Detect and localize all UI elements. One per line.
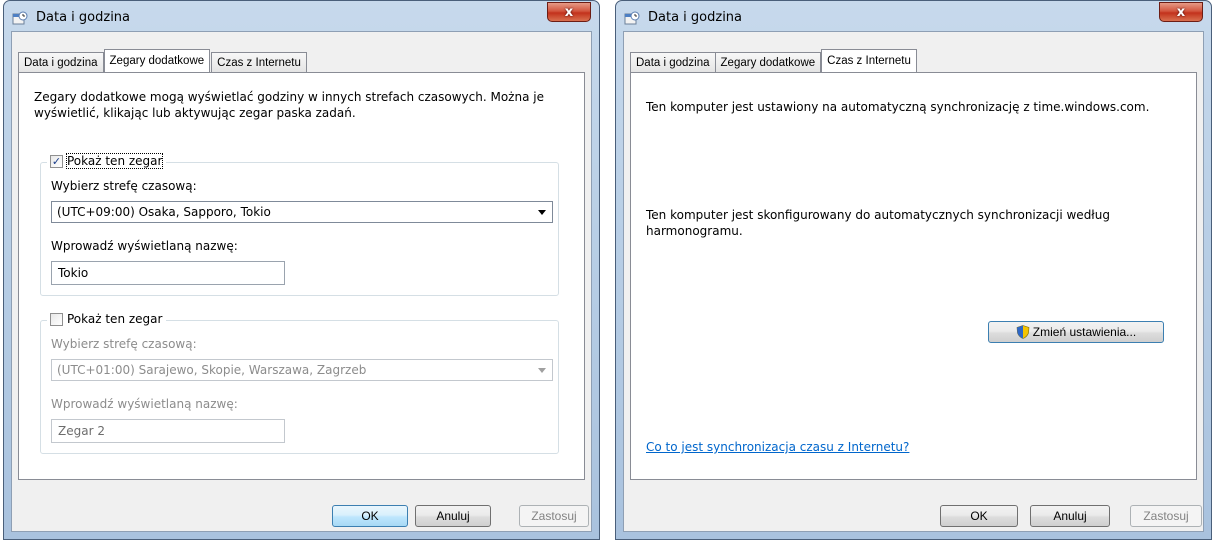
date-time-dialog-additional-clocks: Data i godzina x Data i godzina Zegary d… — [3, 0, 600, 540]
tab-additional-clocks[interactable]: Zegary dodatkowe — [103, 49, 211, 72]
clock1-timezone-value: (UTC+09:00) Osaka, Sapporo, Tokio — [57, 205, 271, 219]
internet-time-help-link[interactable]: Co to jest synchronizacja czasu z Intern… — [646, 439, 909, 455]
date-time-app-icon — [624, 11, 640, 25]
cancel-button[interactable]: Anuluj — [415, 505, 491, 527]
close-button[interactable]: x — [1159, 2, 1203, 22]
uac-shield-icon — [1016, 325, 1030, 339]
schedule-text-line2: harmonogramu. — [646, 224, 743, 238]
intro-text-line1: Zegary dodatkowe mogą wyświetlać godziny… — [34, 90, 544, 104]
clock1-name-input[interactable]: Tokio — [51, 261, 285, 285]
intro-text-line2: wyświetlić, klikając lub aktywując zegar… — [34, 106, 356, 120]
change-settings-label: Zmień ustawienia... — [1032, 325, 1137, 339]
clock1-timezone-label: Wybierz strefę czasową: — [51, 179, 197, 193]
close-icon: x — [1176, 4, 1186, 20]
tab-date-time[interactable]: Data i godzina — [18, 52, 104, 72]
date-time-app-icon — [12, 11, 28, 25]
dialog-client-area: Data i godzina Zegary dodatkowe Czas z I… — [623, 31, 1204, 532]
tab-strip: Data i godzina Zegary dodatkowe Czas z I… — [630, 49, 918, 72]
clock2-name-label: Wprowadź wyświetlaną nazwę: — [51, 397, 238, 411]
apply-button[interactable]: Zastosuj — [519, 505, 589, 527]
chevron-down-icon — [538, 368, 546, 373]
tab-panel-additional-clocks: Zegary dodatkowe mogą wyświetlać godziny… — [18, 72, 585, 480]
window-title: Data i godzina — [36, 10, 131, 25]
date-time-dialog-internet-time: Data i godzina x Data i godzina Zegary d… — [615, 0, 1212, 540]
title-bar: Data i godzina x — [616, 1, 1211, 31]
apply-button[interactable]: Zastosuj — [1130, 505, 1202, 527]
tab-additional-clocks[interactable]: Zegary dodatkowe — [714, 52, 822, 72]
clock1-timezone-select[interactable]: (UTC+09:00) Osaka, Sapporo, Tokio — [51, 201, 553, 223]
tab-internet-time[interactable]: Czas z Internetu — [821, 49, 917, 72]
tab-internet-time[interactable]: Czas z Internetu — [211, 52, 307, 72]
clock1-name-label: Wprowadź wyświetlaną nazwę: — [51, 239, 238, 253]
clock2-show-label: Pokaż ten zegar — [67, 312, 163, 326]
change-settings-button[interactable]: Zmień ustawienia... — [988, 321, 1164, 343]
clock1-show-label: Pokaż ten zegar — [65, 153, 164, 169]
cancel-button[interactable]: Anuluj — [1030, 505, 1110, 527]
clock2-name-input[interactable]: Zegar 2 — [51, 419, 285, 443]
window-title: Data i godzina — [648, 10, 743, 25]
tab-strip: Data i godzina Zegary dodatkowe Czas z I… — [18, 49, 307, 72]
clock2-timezone-select[interactable]: (UTC+01:00) Sarajewo, Skopie, Warszawa, … — [51, 359, 553, 381]
clock2-show-checkbox-row[interactable]: Pokaż ten zegar — [47, 312, 167, 326]
ok-button[interactable]: OK — [332, 505, 408, 527]
clock1-show-checkbox-row[interactable]: ✓ Pokaż ten zegar — [47, 153, 167, 169]
clock2-show-checkbox[interactable] — [50, 312, 63, 326]
tab-date-time[interactable]: Data i godzina — [630, 52, 716, 72]
clock1-show-checkbox[interactable]: ✓ — [50, 154, 63, 168]
sync-status-text: Ten komputer jest ustawiony na automatyc… — [646, 100, 1150, 114]
chevron-down-icon — [538, 210, 546, 215]
clock1-group: ✓ Pokaż ten zegar Wybierz strefę czasową… — [40, 153, 559, 296]
clock2-timezone-value: (UTC+01:00) Sarajewo, Skopie, Warszawa, … — [57, 363, 367, 377]
checkmark-icon: ✓ — [51, 154, 62, 168]
dialog-client-area: Data i godzina Zegary dodatkowe Czas z I… — [11, 31, 592, 532]
title-bar: Data i godzina x — [4, 1, 599, 31]
tab-panel-internet-time: Ten komputer jest ustawiony na automatyc… — [630, 72, 1197, 480]
schedule-text-line1: Ten komputer jest skonfigurowany do auto… — [646, 208, 1110, 222]
clock2-timezone-label: Wybierz strefę czasową: — [51, 337, 197, 351]
ok-button[interactable]: OK — [940, 505, 1018, 527]
close-button[interactable]: x — [547, 2, 591, 22]
close-icon: x — [564, 4, 574, 20]
clock2-group: Pokaż ten zegar Wybierz strefę czasową: … — [40, 312, 559, 454]
